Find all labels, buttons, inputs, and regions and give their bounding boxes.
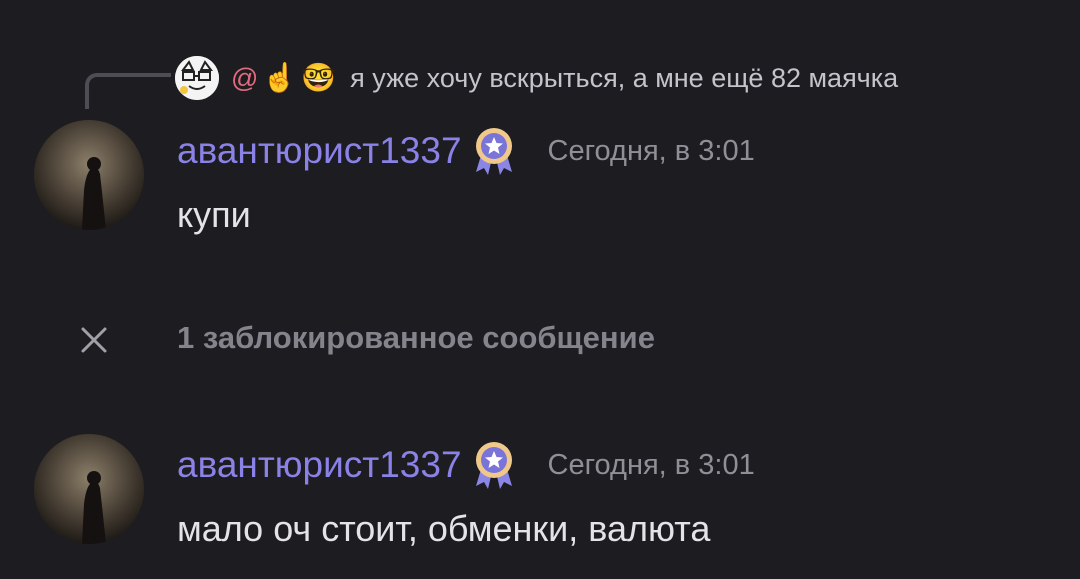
blocked-messages-toggle[interactable]: 1 заблокированное сообщение <box>0 318 1080 364</box>
reply-connector-line <box>85 73 171 109</box>
message-header: авантюрист1337 Сегодня, в 3:01 <box>177 440 755 490</box>
reply-preview-text[interactable]: я уже хочу вскрыться, а мне ещё 82 маячк… <box>350 63 898 94</box>
username[interactable]: авантюрист1337 <box>177 130 462 172</box>
mention-at-sign: @ <box>231 62 259 93</box>
message-timestamp: Сегодня, в 3:01 <box>547 448 755 481</box>
message-text: купи <box>177 194 251 235</box>
username[interactable]: авантюрист1337 <box>177 444 462 486</box>
blocked-messages-label[interactable]: 1 заблокированное сообщение <box>177 320 655 356</box>
message-header: авантюрист1337 Сегодня, в 3:01 <box>177 126 755 176</box>
reply-author-avatar[interactable] <box>175 56 219 100</box>
close-icon[interactable] <box>80 326 108 354</box>
user-avatar[interactable] <box>34 120 144 230</box>
chat-view: @ ☝️ 🤓 я уже хочу вскрыться, а мне ещё 8… <box>0 0 1080 579</box>
pointing-up-emoji-icon: ☝️ <box>262 62 298 93</box>
badge-ribbon-icon[interactable] <box>472 126 516 176</box>
nerd-face-emoji-icon: 🤓 <box>301 62 337 93</box>
message-text: мало оч стоит, обменки, валюта <box>177 508 711 549</box>
badge-ribbon-icon[interactable] <box>472 440 516 490</box>
message[interactable]: авантюрист1337 Сегодня, в 3:01 купи <box>0 120 1080 240</box>
reply-reference[interactable]: @ ☝️ 🤓 я уже хочу вскрыться, а мне ещё 8… <box>175 56 898 100</box>
message-timestamp: Сегодня, в 3:01 <box>547 134 755 167</box>
message[interactable]: авантюрист1337 Сегодня, в 3:01 мало оч с… <box>0 434 1080 554</box>
reply-author-name[interactable]: @ ☝️ 🤓 <box>231 63 336 94</box>
user-avatar[interactable] <box>34 434 144 544</box>
